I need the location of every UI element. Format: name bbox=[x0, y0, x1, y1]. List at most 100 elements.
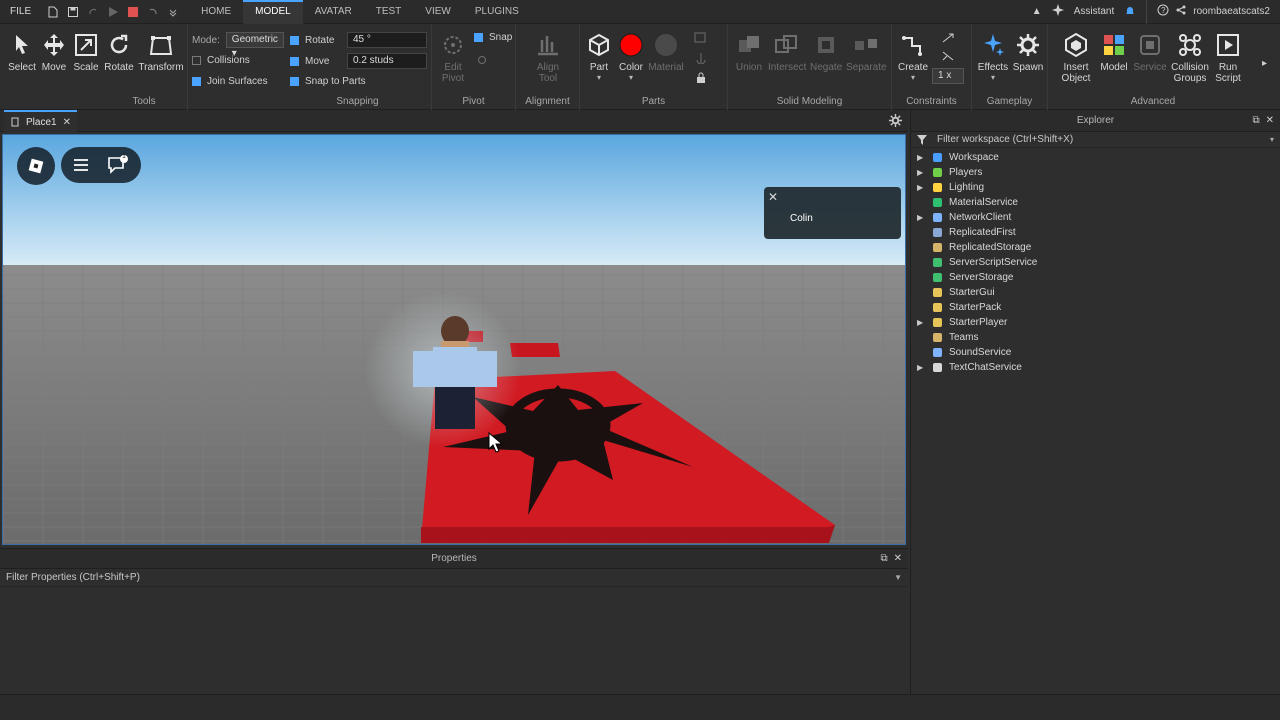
tab-view[interactable]: VIEW bbox=[413, 0, 463, 24]
group-icon[interactable] bbox=[694, 32, 708, 44]
explorer-item-lighting[interactable]: ▶ Lighting bbox=[911, 180, 1280, 195]
ribbon-scroll-icon[interactable]: ▸ bbox=[1262, 58, 1267, 69]
explorer-filter-dropdown-icon[interactable]: ▾ bbox=[1270, 132, 1274, 148]
rotate-snap-input[interactable]: 45 ° bbox=[347, 32, 427, 48]
explorer-item-serverstorage[interactable]: ServerStorage bbox=[911, 270, 1280, 285]
share-icon[interactable] bbox=[1175, 4, 1187, 19]
play-icon[interactable] bbox=[107, 6, 119, 18]
collisions-row[interactable]: Collisions bbox=[192, 55, 250, 66]
tab-avatar[interactable]: AVATAR bbox=[303, 0, 364, 24]
undock-icon[interactable]: ⧉ bbox=[880, 549, 887, 569]
intersect-button[interactable]: Intersect bbox=[768, 32, 806, 73]
close-explorer-icon[interactable]: ✕ bbox=[1266, 110, 1274, 132]
redo-icon[interactable] bbox=[87, 6, 99, 18]
model-button[interactable]: Model bbox=[1098, 32, 1130, 73]
viewport-settings-icon[interactable] bbox=[889, 114, 902, 127]
new-file-icon[interactable] bbox=[47, 6, 59, 18]
explorer-item-replicatedfirst[interactable]: ReplicatedFirst bbox=[911, 225, 1280, 240]
pivot-options[interactable] bbox=[476, 54, 488, 66]
assistant-button[interactable]: Assistant bbox=[1074, 6, 1115, 17]
3d-viewport[interactable]: 1 ✕ Colin bbox=[2, 134, 906, 545]
notifications-icon[interactable] bbox=[1124, 4, 1136, 19]
expand-arrow-icon[interactable]: ▶ bbox=[917, 210, 923, 225]
join-surfaces-checkbox[interactable] bbox=[192, 77, 201, 86]
pivot-snap-row[interactable]: Snap bbox=[474, 32, 512, 43]
explorer-item-replicatedstorage[interactable]: ReplicatedStorage bbox=[911, 240, 1280, 255]
explorer-item-workspace[interactable]: ▶ Workspace bbox=[911, 150, 1280, 165]
explorer-item-soundservice[interactable]: SoundService bbox=[911, 345, 1280, 360]
pivot-snap-checkbox[interactable] bbox=[474, 33, 483, 42]
undo-icon[interactable] bbox=[147, 6, 159, 18]
expand-arrow-icon[interactable]: ▶ bbox=[917, 360, 923, 375]
material-button[interactable]: Material bbox=[648, 32, 684, 73]
negate-button[interactable]: Negate bbox=[810, 32, 842, 73]
pivot-settings-icon[interactable] bbox=[476, 54, 488, 66]
tab-plugins[interactable]: PLUGINS bbox=[463, 0, 531, 24]
lock-icon[interactable] bbox=[694, 72, 708, 84]
create-dropdown-icon[interactable]: ▾ bbox=[898, 73, 928, 82]
snap-to-parts-row[interactable]: Snap to Parts bbox=[290, 76, 366, 87]
move-tool-button[interactable]: Move bbox=[40, 32, 68, 73]
explorer-item-startergui[interactable]: StarterGui bbox=[911, 285, 1280, 300]
mode-dropdown[interactable]: Geometric ▾ bbox=[225, 32, 284, 59]
close-panel-icon[interactable]: ✕ bbox=[894, 549, 902, 569]
insert-object-button[interactable]: Insert Object bbox=[1056, 32, 1096, 84]
explorer-item-starterpack[interactable]: StarterPack bbox=[911, 300, 1280, 315]
collapse-ribbon-icon[interactable]: ▲ bbox=[1032, 6, 1042, 17]
expand-arrow-icon[interactable]: ▶ bbox=[917, 315, 923, 330]
tab-home[interactable]: HOME bbox=[189, 0, 243, 24]
anchor-icon[interactable] bbox=[694, 52, 708, 64]
run-script-button[interactable]: Run Script bbox=[1212, 32, 1244, 84]
expand-arrow-icon[interactable]: ▶ bbox=[917, 165, 923, 180]
place1-tab[interactable]: Place1 ✕ bbox=[4, 110, 77, 132]
explorer-item-starterplayer[interactable]: ▶ StarterPlayer bbox=[911, 315, 1280, 330]
roblox-menu-button[interactable] bbox=[17, 147, 55, 185]
collision-groups-button[interactable]: Collision Groups bbox=[1170, 32, 1210, 84]
effects-dropdown-icon[interactable]: ▾ bbox=[976, 73, 1010, 82]
assistant-icon[interactable] bbox=[1051, 4, 1064, 19]
snap-to-parts-checkbox[interactable] bbox=[290, 77, 299, 86]
explorer-item-teams[interactable]: Teams bbox=[911, 330, 1280, 345]
tab-test[interactable]: TEST bbox=[364, 0, 414, 24]
align-tool-button[interactable]: Align Tool bbox=[530, 32, 566, 84]
spawn-button[interactable]: Spawn bbox=[1012, 32, 1044, 73]
rotate-tool-button[interactable]: Rotate bbox=[104, 32, 134, 73]
tab-model[interactable]: MODEL bbox=[243, 0, 303, 24]
move-snap-input[interactable]: 0.2 studs bbox=[347, 53, 427, 69]
username[interactable]: roombaeatscats2 bbox=[1193, 6, 1270, 17]
part-dropdown-icon[interactable]: ▾ bbox=[586, 73, 612, 82]
filter-dropdown-icon[interactable]: ▼ bbox=[894, 569, 902, 587]
weld-icon[interactable] bbox=[941, 50, 955, 62]
more-icon[interactable] bbox=[167, 6, 179, 18]
save-icon[interactable] bbox=[67, 6, 79, 18]
explorer-item-serverscriptservice[interactable]: ServerScriptService bbox=[911, 255, 1280, 270]
separate-button[interactable]: Separate bbox=[846, 32, 887, 73]
effects-button[interactable]: Effects ▾ bbox=[976, 32, 1010, 82]
color-dropdown-icon[interactable]: ▾ bbox=[616, 73, 646, 82]
join-surfaces-row[interactable]: Join Surfaces bbox=[192, 76, 268, 87]
close-tab-icon[interactable]: ✕ bbox=[63, 117, 71, 128]
explorer-item-players[interactable]: ▶ Players bbox=[911, 165, 1280, 180]
constraint-details-icon[interactable] bbox=[941, 32, 955, 44]
explorer-item-materialservice[interactable]: MaterialService bbox=[911, 195, 1280, 210]
expand-arrow-icon[interactable]: ▶ bbox=[917, 180, 923, 195]
undock-explorer-icon[interactable]: ⧉ bbox=[1252, 110, 1259, 132]
select-tool-button[interactable]: Select bbox=[8, 32, 36, 73]
part-button[interactable]: Part ▾ bbox=[586, 32, 612, 82]
stop-icon[interactable] bbox=[127, 6, 139, 18]
transform-tool-button[interactable]: Transform bbox=[138, 32, 184, 73]
explorer-item-textchatservice[interactable]: ▶ TextChatService bbox=[911, 360, 1280, 375]
close-notification-icon[interactable]: ✕ bbox=[768, 190, 778, 204]
file-menu[interactable]: FILE bbox=[0, 6, 41, 17]
scale-tool-button[interactable]: Scale bbox=[72, 32, 100, 73]
color-button[interactable]: Color ▾ bbox=[616, 32, 646, 82]
explorer-item-networkclient[interactable]: ▶ NetworkClient bbox=[911, 210, 1280, 225]
create-constraint-button[interactable]: Create ▾ bbox=[898, 32, 928, 82]
rotate-snap-checkbox[interactable] bbox=[290, 35, 299, 45]
union-button[interactable]: Union bbox=[734, 32, 764, 73]
hamburger-menu-icon[interactable] bbox=[73, 158, 89, 172]
constraint-scale-dropdown[interactable]: 1 x bbox=[932, 68, 964, 84]
edit-pivot-button[interactable]: Edit Pivot bbox=[438, 32, 468, 84]
expand-arrow-icon[interactable]: ▶ bbox=[917, 150, 923, 165]
collisions-checkbox[interactable] bbox=[192, 56, 201, 65]
